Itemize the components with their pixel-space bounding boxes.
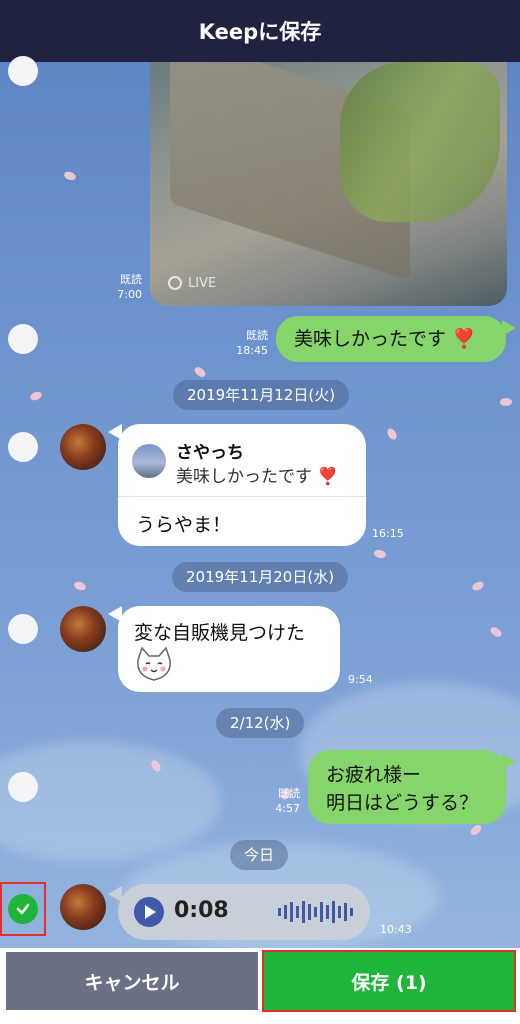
waveform-icon — [278, 901, 353, 923]
photo-content — [340, 62, 500, 222]
live-badge: LIVE — [164, 272, 224, 294]
message-text: 変な自販機見つけた — [134, 622, 306, 644]
live-label: LIVE — [188, 275, 217, 291]
play-icon[interactable] — [134, 897, 164, 927]
petal-decoration — [468, 823, 484, 837]
quote-text: 美味しかったです — [176, 467, 312, 487]
petal-decoration — [471, 580, 485, 592]
quote-text-row: 美味しかったです ❣️ — [176, 462, 339, 487]
message-bubble-reply[interactable]: さやっち 美味しかったです ❣️ うらやま！ — [118, 424, 366, 546]
message-bubble-sent[interactable]: 美味しかったです ❣️ — [276, 316, 506, 362]
petal-decoration — [372, 547, 388, 561]
message-time: 4:57 — [275, 802, 300, 815]
select-circle[interactable] — [8, 432, 38, 462]
m1-meta: 既読 18:45 — [220, 328, 268, 358]
voice-message-bubble[interactable]: 0:08 — [118, 884, 370, 940]
cancel-label: キャンセル — [84, 971, 180, 994]
read-label: 既読 — [120, 273, 142, 286]
date-separator: 2/12(水) — [216, 708, 305, 738]
message-time: 16:15 — [372, 527, 404, 540]
petal-decoration — [488, 624, 504, 640]
select-circle[interactable] — [8, 324, 38, 354]
avatar[interactable] — [60, 424, 106, 470]
petal-decoration — [29, 391, 43, 401]
header-bar: Keepに保存 — [0, 0, 520, 62]
select-circle[interactable] — [8, 772, 38, 802]
date-separator: 2019年11月12日(火) — [173, 380, 350, 410]
voice-duration: 0:08 — [174, 898, 229, 923]
live-icon — [168, 276, 182, 290]
selected-check-icon[interactable] — [8, 894, 38, 924]
date-separator: 今日 — [230, 840, 289, 870]
quote-name: さやっち — [176, 443, 244, 463]
avatar[interactable] — [60, 884, 106, 930]
heart-emoji: ❣️ — [452, 328, 476, 350]
selection-highlight — [262, 950, 516, 1012]
m4-meta: 既読 4:57 — [258, 786, 300, 816]
select-circle[interactable] — [8, 614, 38, 644]
message-text: 美味しかったです — [294, 328, 447, 350]
reply-divider — [118, 496, 366, 497]
petal-decoration — [62, 169, 78, 183]
date-separator: 2019年11月20日(水) — [172, 562, 349, 592]
cloud-decoration — [0, 742, 220, 862]
heart-emoji: ❣️ — [317, 467, 339, 487]
cat-face-icon — [137, 646, 171, 681]
cancel-button[interactable]: キャンセル — [6, 952, 258, 1010]
check-icon — [16, 903, 30, 915]
page-title: Keepに保存 — [198, 20, 322, 44]
read-label: 既読 — [246, 329, 268, 342]
reply-quote[interactable]: さやっち 美味しかったです ❣️ — [132, 438, 354, 496]
action-footer: キャンセル 保存 (1) — [0, 948, 520, 1024]
message-text: うらやま！ — [136, 514, 232, 536]
message-time: 10:43 — [380, 923, 412, 936]
photo-meta: 既読 7:00 — [100, 272, 142, 302]
message-time: 18:45 — [236, 344, 268, 357]
petal-decoration — [193, 364, 207, 380]
message-bubble-received[interactable]: 変な自販機見つけた — [118, 606, 340, 692]
petal-decoration — [386, 426, 398, 442]
petal-decoration — [72, 579, 88, 593]
photo-message[interactable]: LIVE — [150, 62, 507, 306]
quote-avatar — [132, 444, 166, 478]
select-circle[interactable] — [8, 56, 38, 86]
bubble-tail — [502, 320, 516, 336]
message-time: 9:54 — [348, 673, 373, 686]
petal-decoration — [499, 397, 513, 407]
message-time: 7:00 — [117, 288, 142, 301]
message-text-line: お疲れ様ー — [326, 764, 422, 786]
message-bubble-sent[interactable]: お疲れ様ー 明日はどうする？ — [308, 750, 506, 824]
message-text-line: 明日はどうする？ — [326, 792, 479, 814]
bubble-tail — [502, 754, 516, 770]
read-label: 既読 — [278, 787, 300, 800]
avatar[interactable] — [60, 606, 106, 652]
